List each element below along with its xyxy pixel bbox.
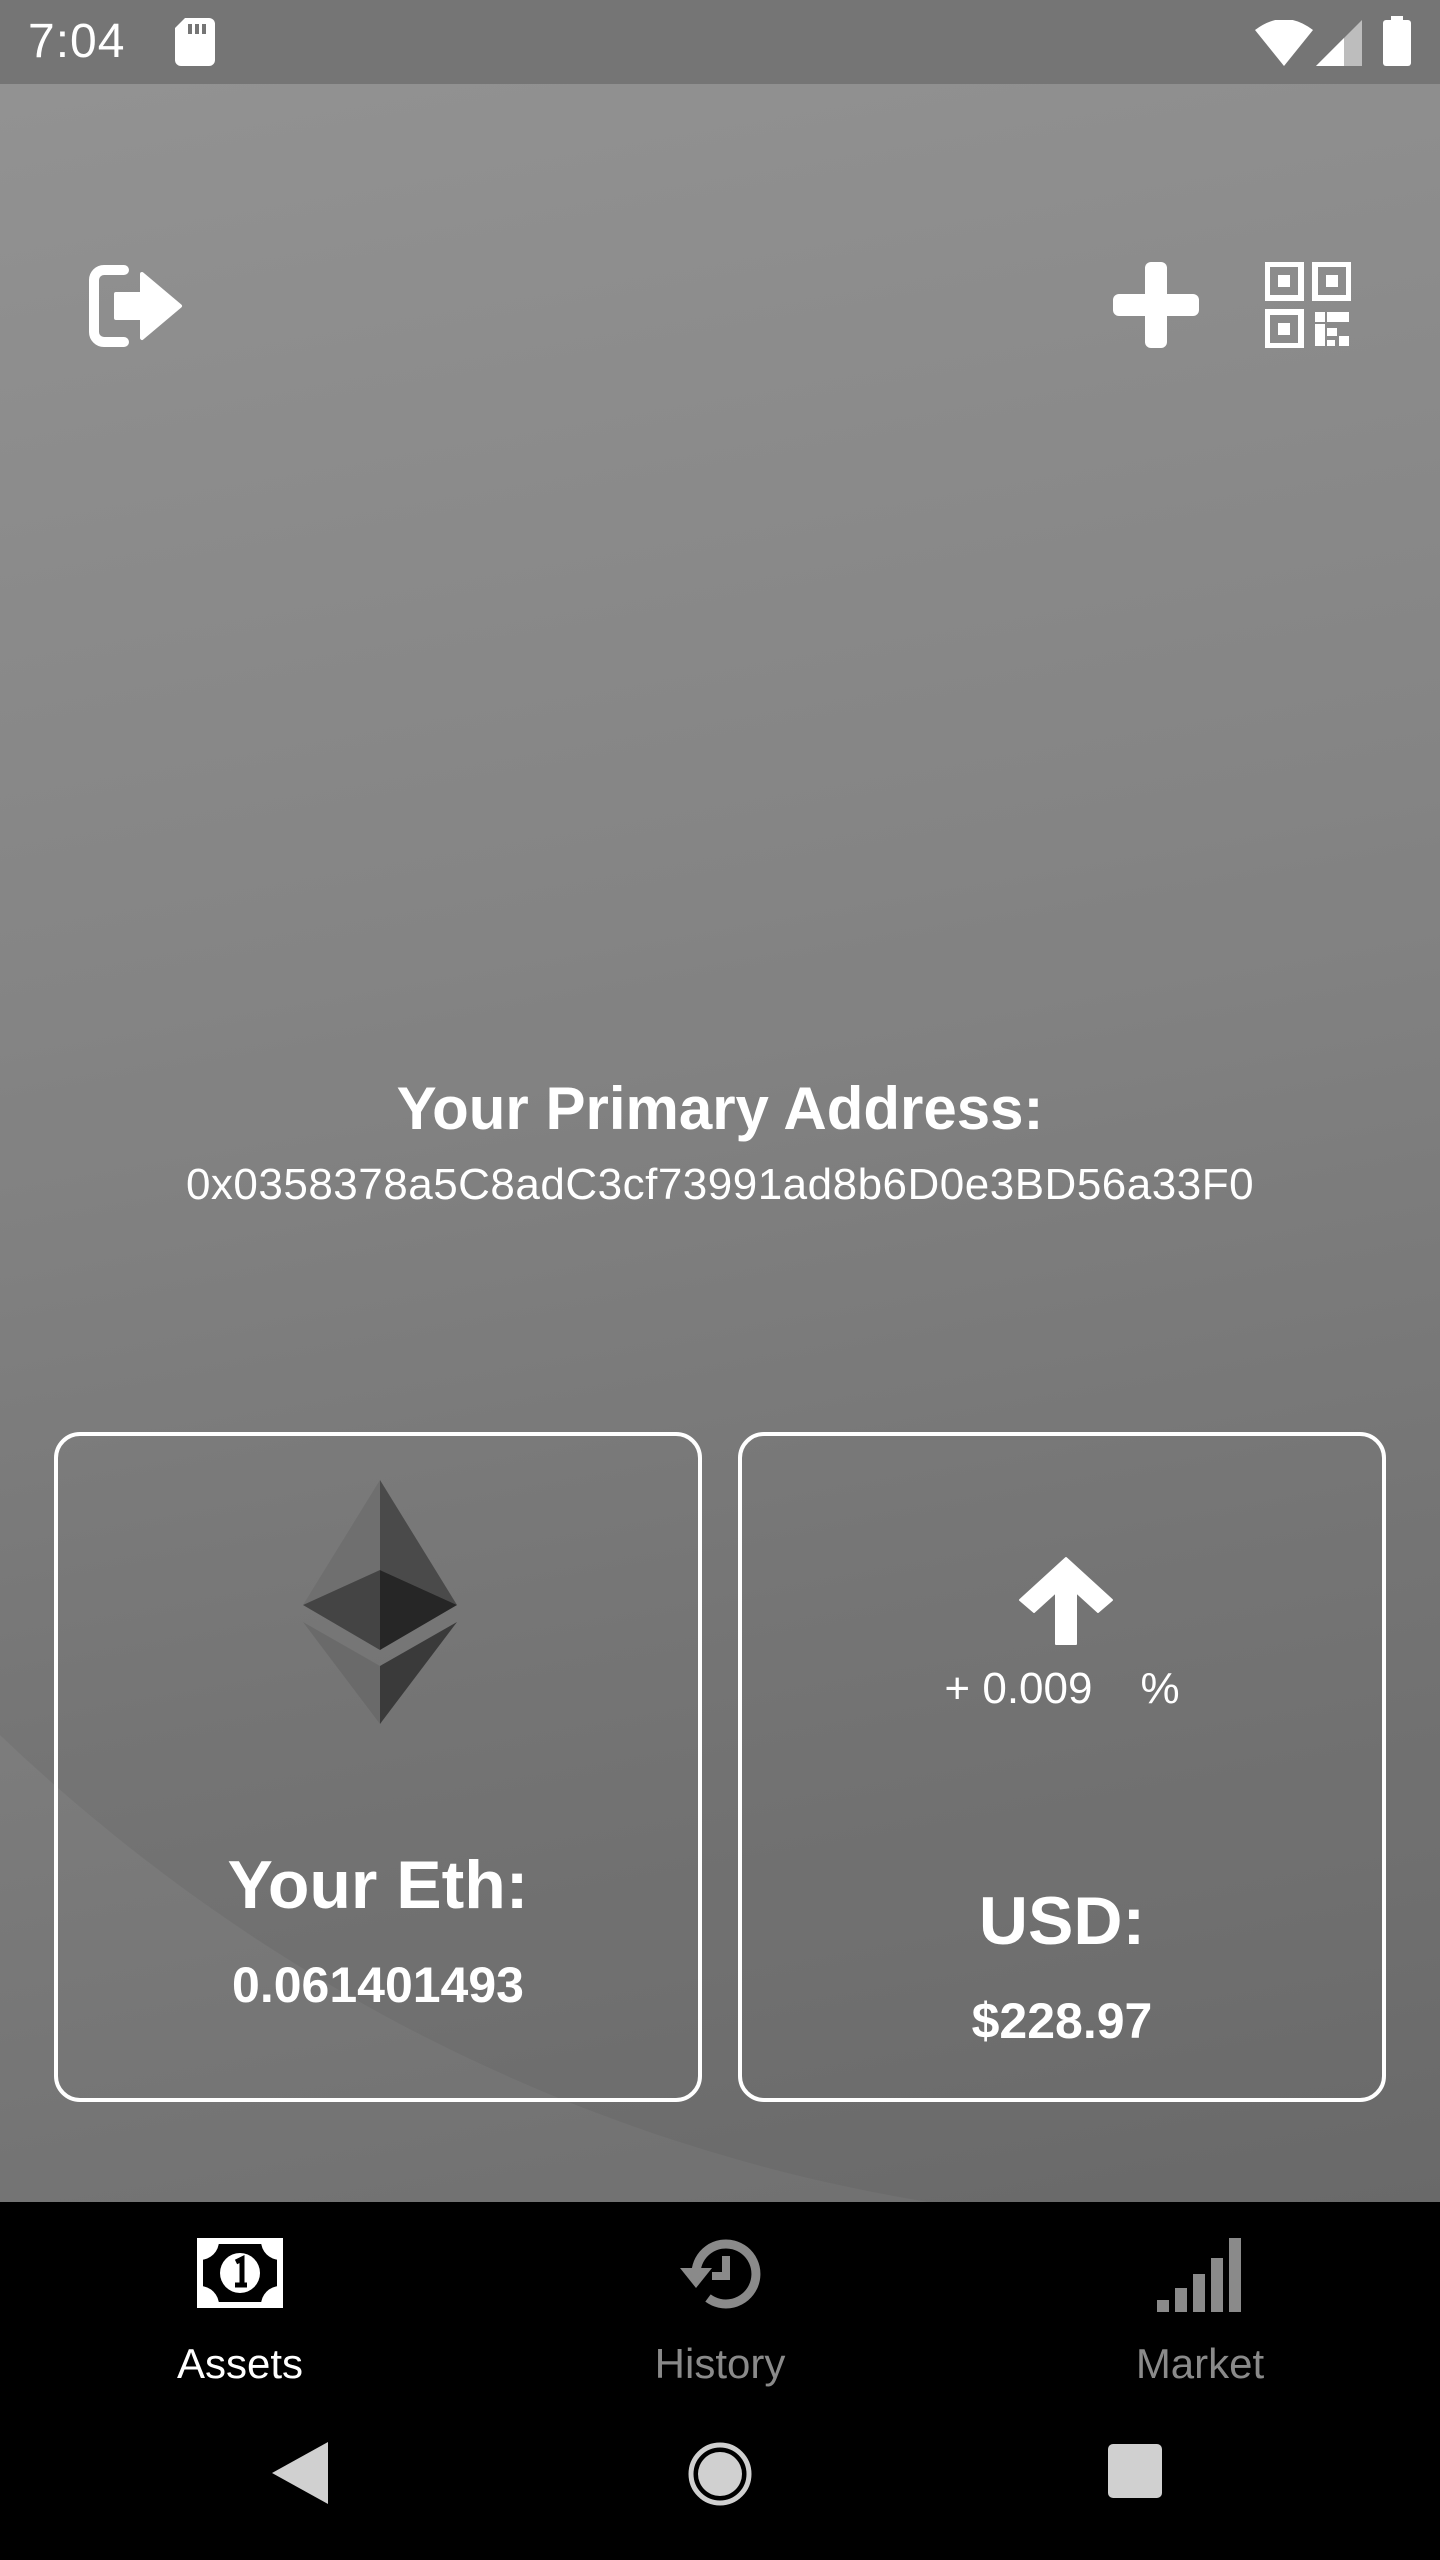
nav-tab-history[interactable]: History <box>480 2202 960 2392</box>
main-content: Your Primary Address: 0x0358378a5C8adC3c… <box>0 84 1440 2202</box>
nav-label-assets: Assets <box>176 2340 304 2387</box>
arrow-up-icon <box>1019 1557 1113 1645</box>
price-change-unit: % <box>1140 1664 1180 1713</box>
status-bar: 7:04 <box>0 0 1440 84</box>
system-navigation-bar <box>0 2392 1440 2560</box>
price-change-value: + 0.009 <box>944 1664 1093 1713</box>
logout-icon[interactable] <box>88 264 184 348</box>
ethereum-icon <box>303 1480 457 1724</box>
recents-icon[interactable] <box>1108 2444 1162 2498</box>
nav-label-history: History <box>654 2340 786 2387</box>
signal-bars-icon <box>1157 2238 1241 2312</box>
eth-label: Your Eth: <box>227 1847 529 1923</box>
qr-code-icon[interactable] <box>1265 262 1351 348</box>
status-time: 7:04 <box>28 15 126 68</box>
signal-icon <box>1316 20 1362 66</box>
sd-card-icon <box>175 18 215 66</box>
primary-address-value[interactable]: 0x0358378a5C8adC3cf73991ad8b6D0e3BD56a33… <box>0 1160 1440 1210</box>
battery-icon <box>1383 16 1411 66</box>
wifi-icon <box>1255 20 1313 66</box>
plus-icon[interactable] <box>1113 262 1199 348</box>
nav-tab-assets[interactable]: Assets <box>0 2202 480 2392</box>
history-icon <box>680 2239 761 2309</box>
price-change: + 0.009% <box>742 1664 1382 1714</box>
home-icon[interactable] <box>688 2442 752 2506</box>
money-icon <box>197 2238 283 2308</box>
eth-value: 0.061401493 <box>232 1957 524 2013</box>
nav-tab-market[interactable]: Market <box>960 2202 1440 2392</box>
usd-balance-card[interactable]: + 0.009% USD: $228.97 <box>738 1432 1386 2102</box>
primary-address-title: Your Primary Address: <box>396 1075 1044 1142</box>
usd-label: USD: <box>978 1883 1146 1959</box>
usd-value: $228.97 <box>971 1993 1153 2049</box>
nav-label-market: Market <box>1135 2340 1265 2387</box>
back-icon[interactable] <box>272 2442 328 2504</box>
eth-balance-card[interactable]: Your Eth: 0.061401493 <box>54 1432 702 2102</box>
bottom-navigation: Assets History Market <box>0 2202 1440 2392</box>
